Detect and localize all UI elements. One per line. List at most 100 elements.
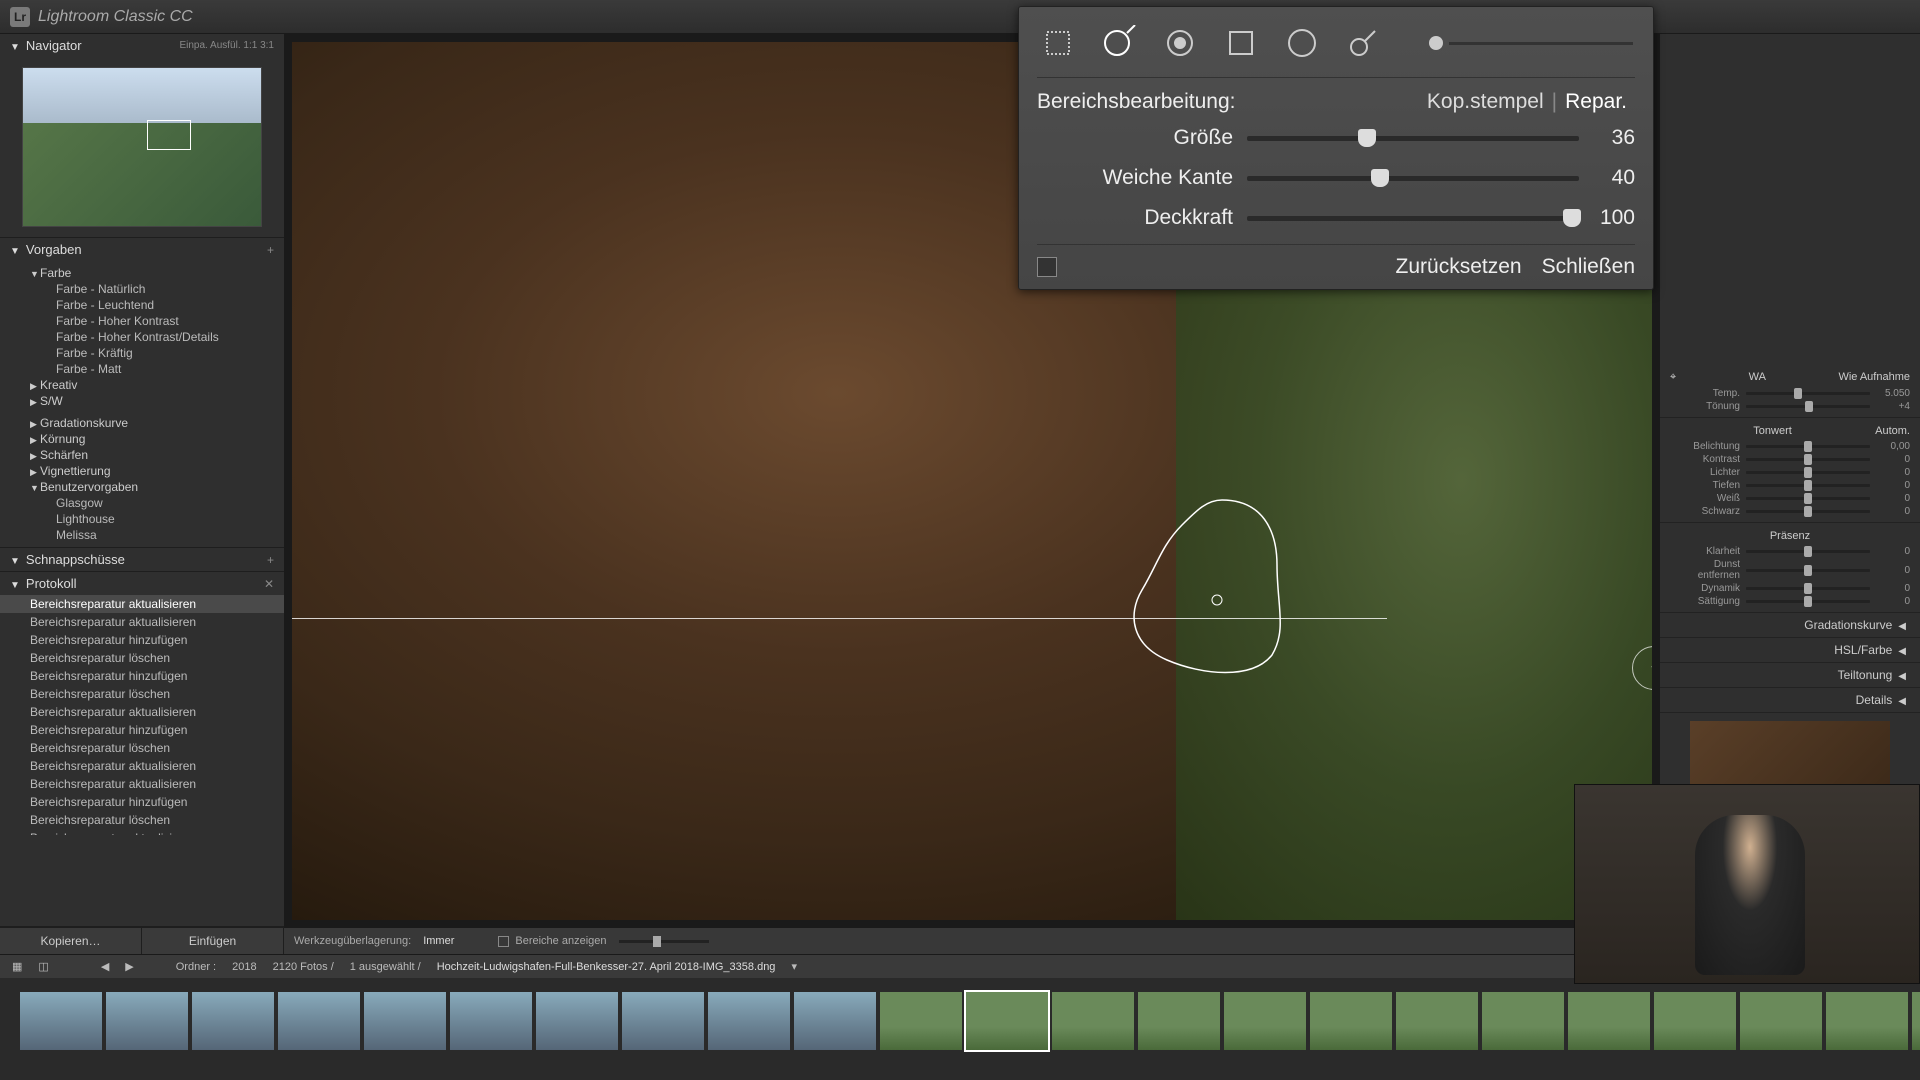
- show-spots-slider[interactable]: [619, 940, 709, 943]
- adjustment-slider-icon[interactable]: [1429, 23, 1633, 63]
- filmstrip-thumbnail[interactable]: [450, 992, 532, 1050]
- filmstrip-thumbnail[interactable]: [1826, 992, 1908, 1050]
- filmstrip-thumbnail[interactable]: [1138, 992, 1220, 1050]
- basic-slider[interactable]: [1746, 471, 1870, 474]
- temp-slider[interactable]: [1746, 392, 1870, 395]
- basic-slider[interactable]: [1746, 445, 1870, 448]
- filmstrip-thumbnail[interactable]: [966, 992, 1048, 1050]
- crop-tool-icon[interactable]: [1039, 23, 1076, 63]
- tint-slider[interactable]: [1746, 405, 1870, 408]
- eyedropper-icon[interactable]: ⌖: [1670, 371, 1676, 384]
- preset-group[interactable]: ▶Körnung: [0, 431, 284, 447]
- history-item[interactable]: Bereichsreparatur aktualisieren: [0, 595, 284, 613]
- brush-tool-icon[interactable]: [1344, 23, 1381, 63]
- visibility-toggle[interactable]: [1037, 257, 1057, 277]
- preset-group[interactable]: ▶Kreativ: [0, 377, 284, 393]
- history-item[interactable]: Bereichsreparatur aktualisieren: [0, 703, 284, 721]
- history-item[interactable]: Bereichsreparatur aktualisieren: [0, 613, 284, 631]
- show-spots-checkbox[interactable]: Bereiche anzeigen: [498, 935, 606, 947]
- filmstrip-thumbnail[interactable]: [1568, 992, 1650, 1050]
- presets-header[interactable]: ▼Vorgaben +: [0, 238, 284, 261]
- nav-fwd-icon[interactable]: ▶: [125, 960, 133, 973]
- filmstrip-thumbnail[interactable]: [1052, 992, 1134, 1050]
- preset-item[interactable]: Farbe - Hoher Kontrast: [0, 313, 284, 329]
- filmstrip[interactable]: [0, 978, 1920, 1064]
- basic-slider[interactable]: [1746, 458, 1870, 461]
- filmstrip-thumbnail[interactable]: [794, 992, 876, 1050]
- basic-slider[interactable]: [1746, 484, 1870, 487]
- preset-item[interactable]: Glasgow: [0, 495, 284, 511]
- filmstrip-thumbnail[interactable]: [278, 992, 360, 1050]
- basic-slider[interactable]: [1746, 497, 1870, 500]
- navigator-thumbnail[interactable]: [22, 67, 262, 227]
- user-preset-group[interactable]: ▼Benutzervorgaben: [0, 479, 284, 495]
- filmstrip-thumbnail[interactable]: [1482, 992, 1564, 1050]
- clear-history-icon[interactable]: ✕: [264, 577, 274, 591]
- history-item[interactable]: Bereichsreparatur hinzufügen: [0, 721, 284, 739]
- history-item[interactable]: Bereichsreparatur hinzufügen: [0, 631, 284, 649]
- filmstrip-thumbnail[interactable]: [1740, 992, 1822, 1050]
- preset-group[interactable]: ▶Gradationskurve: [0, 415, 284, 431]
- filmstrip-thumbnail[interactable]: [536, 992, 618, 1050]
- add-preset-icon[interactable]: +: [267, 243, 274, 257]
- history-item[interactable]: Bereichsreparatur löschen: [0, 649, 284, 667]
- filmstrip-thumbnail[interactable]: [1654, 992, 1736, 1050]
- filmstrip-thumbnail[interactable]: [708, 992, 790, 1050]
- filmstrip-thumbnail[interactable]: [20, 992, 102, 1050]
- auto-tone-button[interactable]: Autom.: [1875, 425, 1910, 437]
- secondary-display-icon[interactable]: ◫: [38, 960, 48, 973]
- folder-name[interactable]: 2018: [232, 961, 256, 973]
- wb-preset-select[interactable]: Wie Aufnahme: [1838, 371, 1910, 384]
- preset-group[interactable]: ▶Schärfen: [0, 447, 284, 463]
- graduated-filter-tool-icon[interactable]: [1222, 23, 1259, 63]
- clone-mode-option[interactable]: Kop.stempel: [1419, 90, 1552, 114]
- nav-back-icon[interactable]: ◀: [101, 960, 109, 973]
- snapshots-header[interactable]: ▼Schnappschüsse +: [0, 548, 284, 571]
- add-snapshot-icon[interactable]: +: [267, 553, 274, 567]
- preset-item[interactable]: Farbe - Matt: [0, 361, 284, 377]
- feather-slider[interactable]: [1247, 176, 1579, 181]
- navigator-zoom-controls[interactable]: Einpa. Ausfül. 1:1 3:1: [179, 40, 274, 51]
- basic-slider[interactable]: [1746, 587, 1870, 590]
- overlay-mode-select[interactable]: Immer: [423, 935, 454, 947]
- basic-slider[interactable]: [1746, 510, 1870, 513]
- heal-spot-outline[interactable]: [1112, 490, 1322, 695]
- filmstrip-thumbnail[interactable]: [1912, 992, 1920, 1050]
- history-item[interactable]: Bereichsreparatur aktualisieren: [0, 829, 284, 835]
- grid-view-icon[interactable]: ▦: [12, 960, 22, 973]
- opacity-slider[interactable]: [1247, 216, 1579, 221]
- filmstrip-thumbnail[interactable]: [1224, 992, 1306, 1050]
- radial-filter-tool-icon[interactable]: [1283, 23, 1320, 63]
- filmstrip-thumbnail[interactable]: [622, 992, 704, 1050]
- panel-collapse-header[interactable]: Details◀: [1660, 688, 1920, 713]
- filmstrip-thumbnail[interactable]: [880, 992, 962, 1050]
- history-item[interactable]: Bereichsreparatur löschen: [0, 739, 284, 757]
- filmstrip-thumbnail[interactable]: [106, 992, 188, 1050]
- preset-group[interactable]: ▶S/W: [0, 393, 284, 409]
- preset-item[interactable]: Farbe - Natürlich: [0, 281, 284, 297]
- heal-mode-option[interactable]: Repar.: [1557, 90, 1635, 114]
- copy-button[interactable]: Kopieren…: [0, 928, 142, 954]
- filmstrip-thumbnail[interactable]: [1396, 992, 1478, 1050]
- history-item[interactable]: Bereichsreparatur aktualisieren: [0, 757, 284, 775]
- preset-item[interactable]: Melissa: [0, 527, 284, 543]
- filmstrip-thumbnail[interactable]: [364, 992, 446, 1050]
- filmstrip-thumbnail[interactable]: [192, 992, 274, 1050]
- history-item[interactable]: Bereichsreparatur löschen: [0, 685, 284, 703]
- basic-slider[interactable]: [1746, 569, 1870, 572]
- history-header[interactable]: ▼Protokoll ✕: [0, 572, 284, 595]
- panel-collapse-header[interactable]: HSL/Farbe◀: [1660, 638, 1920, 663]
- history-item[interactable]: Bereichsreparatur hinzufügen: [0, 793, 284, 811]
- spot-removal-tool-icon[interactable]: [1100, 23, 1137, 63]
- history-item[interactable]: Bereichsreparatur aktualisieren: [0, 775, 284, 793]
- preset-item[interactable]: Farbe - Leuchtend: [0, 297, 284, 313]
- redeye-tool-icon[interactable]: [1161, 23, 1198, 63]
- history-item[interactable]: Bereichsreparatur löschen: [0, 811, 284, 829]
- preset-group[interactable]: ▼Farbe: [0, 265, 284, 281]
- preset-item[interactable]: Farbe - Kräftig: [0, 345, 284, 361]
- basic-slider[interactable]: [1746, 550, 1870, 553]
- basic-slider[interactable]: [1746, 600, 1870, 603]
- panel-collapse-header[interactable]: Teiltonung◀: [1660, 663, 1920, 688]
- history-item[interactable]: Bereichsreparatur hinzufügen: [0, 667, 284, 685]
- paste-button[interactable]: Einfügen: [142, 928, 284, 954]
